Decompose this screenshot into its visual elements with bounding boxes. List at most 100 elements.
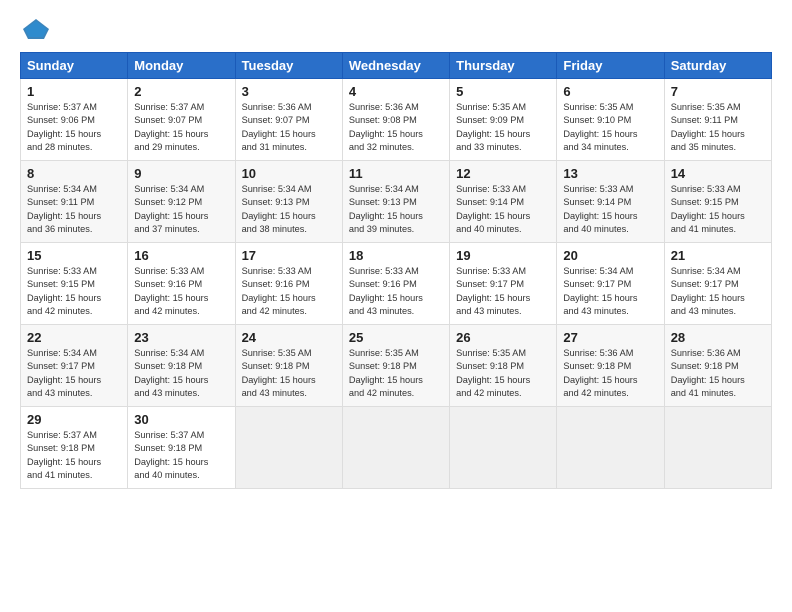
day-number: 30 (134, 412, 228, 427)
day-number: 29 (27, 412, 121, 427)
day-number: 9 (134, 166, 228, 181)
calendar-day-cell: 16 Sunrise: 5:33 AM Sunset: 9:16 PM Dayli… (128, 243, 235, 325)
day-number: 13 (563, 166, 657, 181)
calendar-week-row: 15 Sunrise: 5:33 AM Sunset: 9:15 PM Dayli… (21, 243, 772, 325)
calendar-day-cell: 10 Sunrise: 5:34 AM Sunset: 9:13 PM Dayli… (235, 161, 342, 243)
calendar-day-cell: 5Sunrise: 5:35 AM Sunset: 9:09 PM Daylig… (450, 79, 557, 161)
calendar-day-cell (235, 407, 342, 489)
day-info: Sunrise: 5:37 AM Sunset: 9:06 PM Dayligh… (27, 101, 121, 154)
calendar-day-cell (557, 407, 664, 489)
day-number: 20 (563, 248, 657, 263)
day-info: Sunrise: 5:34 AM Sunset: 9:17 PM Dayligh… (563, 265, 657, 318)
day-info: Sunrise: 5:34 AM Sunset: 9:18 PM Dayligh… (134, 347, 228, 400)
day-info: Sunrise: 5:33 AM Sunset: 9:16 PM Dayligh… (134, 265, 228, 318)
day-number: 6 (563, 84, 657, 99)
day-info: Sunrise: 5:37 AM Sunset: 9:18 PM Dayligh… (134, 429, 228, 482)
calendar-week-row: 29 Sunrise: 5:37 AM Sunset: 9:18 PM Dayli… (21, 407, 772, 489)
calendar-day-cell: 27Sunrise: 5:36 AM Sunset: 9:18 PM Dayli… (557, 325, 664, 407)
day-number: 10 (242, 166, 336, 181)
day-number: 23 (134, 330, 228, 345)
day-info: Sunrise: 5:35 AM Sunset: 9:10 PM Dayligh… (563, 101, 657, 154)
calendar-day-cell: 4Sunrise: 5:36 AM Sunset: 9:08 PM Daylig… (342, 79, 449, 161)
day-number: 8 (27, 166, 121, 181)
weekday-header-cell: Friday (557, 53, 664, 79)
day-info: Sunrise: 5:33 AM Sunset: 9:16 PM Dayligh… (349, 265, 443, 318)
calendar-body: 1Sunrise: 5:37 AM Sunset: 9:06 PM Daylig… (21, 79, 772, 489)
calendar-table: SundayMondayTuesdayWednesdayThursdayFrid… (20, 52, 772, 489)
day-info: Sunrise: 5:33 AM Sunset: 9:16 PM Dayligh… (242, 265, 336, 318)
weekday-header-cell: Tuesday (235, 53, 342, 79)
calendar-day-cell: 12Sunrise: 5:33 AM Sunset: 9:14 PM Dayli… (450, 161, 557, 243)
day-number: 3 (242, 84, 336, 99)
day-number: 24 (242, 330, 336, 345)
day-number: 22 (27, 330, 121, 345)
calendar-day-cell: 25Sunrise: 5:35 AM Sunset: 9:18 PM Dayli… (342, 325, 449, 407)
day-info: Sunrise: 5:34 AM Sunset: 9:13 PM Dayligh… (349, 183, 443, 236)
calendar-day-cell: 29 Sunrise: 5:37 AM Sunset: 9:18 PM Dayli… (21, 407, 128, 489)
day-number: 11 (349, 166, 443, 181)
day-info: Sunrise: 5:33 AM Sunset: 9:14 PM Dayligh… (563, 183, 657, 236)
calendar-day-cell: 19Sunrise: 5:33 AM Sunset: 9:17 PM Dayli… (450, 243, 557, 325)
day-info: Sunrise: 5:33 AM Sunset: 9:15 PM Dayligh… (27, 265, 121, 318)
calendar-week-row: 8 Sunrise: 5:34 AM Sunset: 9:11 PM Daylig… (21, 161, 772, 243)
day-info: Sunrise: 5:33 AM Sunset: 9:17 PM Dayligh… (456, 265, 550, 318)
calendar-day-cell: 7 Sunrise: 5:35 AM Sunset: 9:11 PM Daylig… (664, 79, 771, 161)
day-info: Sunrise: 5:34 AM Sunset: 9:13 PM Dayligh… (242, 183, 336, 236)
calendar-day-cell: 24 Sunrise: 5:35 AM Sunset: 9:18 PM Dayli… (235, 325, 342, 407)
calendar-day-cell (664, 407, 771, 489)
day-number: 4 (349, 84, 443, 99)
day-number: 27 (563, 330, 657, 345)
day-number: 7 (671, 84, 765, 99)
calendar-day-cell: 28Sunrise: 5:36 AM Sunset: 9:18 PM Dayli… (664, 325, 771, 407)
day-info: Sunrise: 5:35 AM Sunset: 9:18 PM Dayligh… (242, 347, 336, 400)
calendar-day-cell: 13 Sunrise: 5:33 AM Sunset: 9:14 PM Dayli… (557, 161, 664, 243)
calendar-day-cell: 9 Sunrise: 5:34 AM Sunset: 9:12 PM Daylig… (128, 161, 235, 243)
weekday-header-cell: Thursday (450, 53, 557, 79)
day-info: Sunrise: 5:37 AM Sunset: 9:18 PM Dayligh… (27, 429, 121, 482)
logo-icon (22, 18, 50, 40)
day-number: 18 (349, 248, 443, 263)
day-number: 2 (134, 84, 228, 99)
logo (20, 18, 50, 40)
calendar-day-cell: 8 Sunrise: 5:34 AM Sunset: 9:11 PM Daylig… (21, 161, 128, 243)
day-number: 14 (671, 166, 765, 181)
day-info: Sunrise: 5:33 AM Sunset: 9:15 PM Dayligh… (671, 183, 765, 236)
calendar-day-cell: 14 Sunrise: 5:33 AM Sunset: 9:15 PM Dayli… (664, 161, 771, 243)
calendar-day-cell: 22 Sunrise: 5:34 AM Sunset: 9:17 PM Dayli… (21, 325, 128, 407)
header (20, 18, 772, 40)
weekday-header: SundayMondayTuesdayWednesdayThursdayFrid… (21, 53, 772, 79)
day-info: Sunrise: 5:34 AM Sunset: 9:12 PM Dayligh… (134, 183, 228, 236)
weekday-header-cell: Monday (128, 53, 235, 79)
calendar-day-cell: 2 Sunrise: 5:37 AM Sunset: 9:07 PM Daylig… (128, 79, 235, 161)
calendar-day-cell: 15 Sunrise: 5:33 AM Sunset: 9:15 PM Dayli… (21, 243, 128, 325)
calendar-day-cell: 6 Sunrise: 5:35 AM Sunset: 9:10 PM Daylig… (557, 79, 664, 161)
day-number: 16 (134, 248, 228, 263)
day-number: 26 (456, 330, 550, 345)
calendar-week-row: 22 Sunrise: 5:34 AM Sunset: 9:17 PM Dayli… (21, 325, 772, 407)
calendar-day-cell: 3 Sunrise: 5:36 AM Sunset: 9:07 PM Daylig… (235, 79, 342, 161)
calendar-week-row: 1Sunrise: 5:37 AM Sunset: 9:06 PM Daylig… (21, 79, 772, 161)
day-info: Sunrise: 5:37 AM Sunset: 9:07 PM Dayligh… (134, 101, 228, 154)
calendar-day-cell: 23 Sunrise: 5:34 AM Sunset: 9:18 PM Dayli… (128, 325, 235, 407)
day-info: Sunrise: 5:35 AM Sunset: 9:18 PM Dayligh… (349, 347, 443, 400)
calendar-day-cell: 18 Sunrise: 5:33 AM Sunset: 9:16 PM Dayli… (342, 243, 449, 325)
day-info: Sunrise: 5:36 AM Sunset: 9:07 PM Dayligh… (242, 101, 336, 154)
weekday-header-cell: Wednesday (342, 53, 449, 79)
day-number: 21 (671, 248, 765, 263)
day-number: 5 (456, 84, 550, 99)
weekday-header-cell: Sunday (21, 53, 128, 79)
day-info: Sunrise: 5:34 AM Sunset: 9:11 PM Dayligh… (27, 183, 121, 236)
day-number: 12 (456, 166, 550, 181)
calendar-day-cell: 20 Sunrise: 5:34 AM Sunset: 9:17 PM Dayli… (557, 243, 664, 325)
day-info: Sunrise: 5:34 AM Sunset: 9:17 PM Dayligh… (27, 347, 121, 400)
day-info: Sunrise: 5:34 AM Sunset: 9:17 PM Dayligh… (671, 265, 765, 318)
calendar-day-cell (342, 407, 449, 489)
weekday-header-cell: Saturday (664, 53, 771, 79)
day-number: 28 (671, 330, 765, 345)
calendar-day-cell: 26Sunrise: 5:35 AM Sunset: 9:18 PM Dayli… (450, 325, 557, 407)
calendar-day-cell: 1Sunrise: 5:37 AM Sunset: 9:06 PM Daylig… (21, 79, 128, 161)
day-info: Sunrise: 5:35 AM Sunset: 9:11 PM Dayligh… (671, 101, 765, 154)
day-number: 15 (27, 248, 121, 263)
calendar-day-cell: 30 Sunrise: 5:37 AM Sunset: 9:18 PM Dayli… (128, 407, 235, 489)
calendar-day-cell (450, 407, 557, 489)
